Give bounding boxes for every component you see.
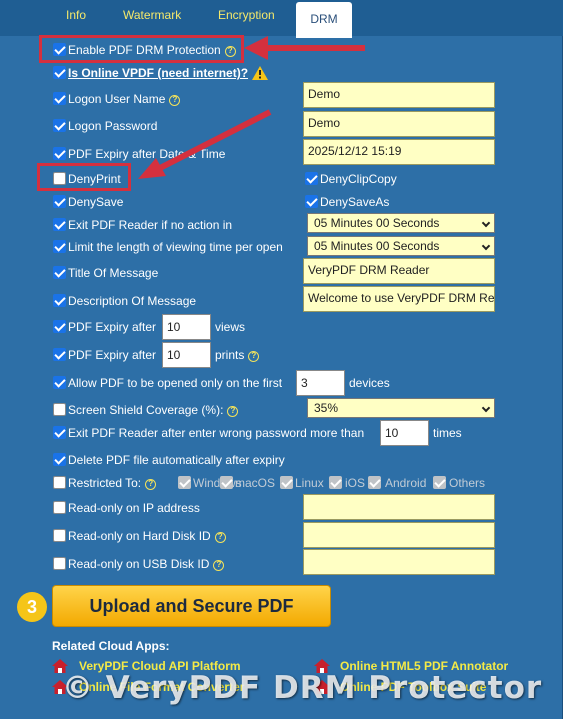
devices-label: devices — [349, 376, 390, 390]
os-android-checkbox[interactable] — [368, 476, 381, 489]
os-ios-label: iOS — [345, 476, 366, 490]
chevron-down-icon — [481, 218, 491, 228]
restricted-to-checkbox[interactable] — [53, 476, 66, 489]
description-message-checkbox[interactable] — [53, 294, 66, 307]
expiry-views-input[interactable]: 10 — [162, 314, 211, 340]
help-icon[interactable]: ? — [214, 532, 226, 543]
restricted-to-label: Restricted To:? — [68, 476, 157, 490]
wrong-password-input[interactable]: 10 — [380, 420, 429, 446]
os-macos-checkbox[interactable] — [220, 476, 233, 489]
warning-icon — [252, 66, 269, 80]
os-android-label: Android — [385, 476, 427, 490]
os-others-label: Others — [449, 476, 486, 490]
screen-shield-select[interactable]: 35% — [307, 398, 495, 418]
delete-after-expiry-label: Delete PDF file automatically after expi… — [68, 453, 285, 467]
highlight-box-deny-print — [37, 163, 131, 191]
description-message-input[interactable]: Welcome to use VeryPDF DRM Re — [303, 286, 495, 312]
times-label: times — [433, 426, 462, 440]
expiry-prints-input[interactable]: 10 — [162, 342, 211, 368]
deny-save-as-checkbox[interactable] — [305, 195, 318, 208]
logon-user-input[interactable]: Demo — [303, 82, 495, 108]
readonly-hdd-label: Read-only on Hard Disk ID? — [68, 529, 226, 543]
views-label: views — [215, 320, 246, 334]
readonly-hdd-checkbox[interactable] — [53, 529, 66, 542]
readonly-usb-label: Read-only on USB Disk ID? — [68, 557, 225, 571]
exit-no-action-checkbox[interactable] — [53, 218, 66, 231]
online-vpdf-checkbox[interactable] — [53, 66, 66, 79]
os-linux-checkbox[interactable] — [280, 476, 293, 489]
readonly-hdd-input[interactable] — [303, 522, 495, 548]
tab-encryption[interactable]: Encryption — [218, 8, 275, 22]
exit-no-action-label: Exit PDF Reader if no action in — [68, 218, 233, 232]
related-apps-title: Related Cloud Apps: — [52, 639, 170, 653]
step-number-badge: 3 — [17, 592, 47, 622]
tab-drm[interactable]: DRM — [296, 2, 352, 38]
readonly-ip-input[interactable] — [303, 494, 495, 520]
expiry-date-label: PDF Expiry after Date & Time — [68, 147, 226, 161]
readonly-usb-checkbox[interactable] — [53, 557, 66, 570]
logon-password-label: Logon Password — [68, 119, 158, 133]
readonly-ip-label: Read-only on IP address — [68, 501, 200, 515]
watermark-text: © VeryPDF DRM Protector — [62, 670, 543, 706]
help-icon[interactable]: ? — [145, 479, 157, 490]
help-icon[interactable]: ? — [227, 406, 239, 417]
title-message-checkbox[interactable] — [53, 266, 66, 279]
delete-after-expiry-checkbox[interactable] — [53, 453, 66, 466]
help-icon[interactable]: ? — [213, 560, 225, 571]
os-ios-checkbox[interactable] — [329, 476, 342, 489]
upload-secure-button[interactable]: Upload and Secure PDF — [52, 585, 331, 627]
tab-info[interactable]: Info — [66, 8, 86, 22]
chevron-down-icon — [481, 241, 491, 251]
screen-shield-checkbox[interactable] — [53, 403, 66, 416]
expiry-date-checkbox[interactable] — [53, 147, 66, 160]
tab-watermark[interactable]: Watermark — [123, 8, 181, 22]
deny-clip-copy-checkbox[interactable] — [305, 172, 318, 185]
exit-no-action-select[interactable]: 05 Minutes 00 Seconds — [307, 213, 495, 233]
chevron-down-icon — [481, 403, 491, 413]
readonly-usb-input[interactable] — [303, 549, 495, 575]
logon-password-checkbox[interactable] — [53, 119, 66, 132]
screen-shield-label: Screen Shield Coverage (%):? — [68, 403, 239, 417]
highlight-box-enable-drm — [39, 35, 244, 63]
prints-label: prints? — [215, 348, 260, 362]
limit-view-time-checkbox[interactable] — [53, 240, 66, 253]
expiry-prints-label: PDF Expiry after — [68, 348, 157, 362]
drm-panel: Info Watermark Encryption DRM Enable PDF… — [0, 0, 563, 719]
deny-clip-copy-label: DenyClipCopy — [320, 172, 397, 186]
title-message-input[interactable]: VeryPDF DRM Reader — [303, 258, 495, 284]
expiry-date-input[interactable]: 2025/12/12 15:19 — [303, 139, 495, 165]
os-macos-label: macOS — [235, 476, 276, 490]
allow-devices-checkbox[interactable] — [53, 376, 66, 389]
deny-save-label: DenySave — [68, 195, 124, 209]
limit-view-time-select[interactable]: 05 Minutes 00 Seconds — [307, 236, 495, 256]
limit-view-time-label: Limit the length of viewing time per ope… — [68, 240, 283, 254]
logon-password-input[interactable]: Demo — [303, 111, 495, 137]
allow-devices-input[interactable]: 3 — [296, 370, 345, 396]
help-icon[interactable]: ? — [169, 95, 181, 106]
readonly-ip-checkbox[interactable] — [53, 501, 66, 514]
os-others-checkbox[interactable] — [433, 476, 446, 489]
allow-devices-label: Allow PDF to be opened only on the first — [68, 376, 283, 390]
help-icon[interactable]: ? — [248, 351, 260, 362]
description-message-label: Description Of Message — [68, 294, 197, 308]
tab-bar: Info Watermark Encryption DRM — [0, 0, 563, 38]
expiry-views-checkbox[interactable] — [53, 320, 66, 333]
expiry-views-label: PDF Expiry after — [68, 320, 157, 334]
exit-wrong-password-label: Exit PDF Reader after enter wrong passwo… — [68, 426, 365, 440]
os-linux-label: Linux — [295, 476, 324, 490]
os-windows-checkbox[interactable] — [178, 476, 191, 489]
deny-save-as-label: DenySaveAs — [320, 195, 390, 209]
expiry-prints-checkbox[interactable] — [53, 348, 66, 361]
online-vpdf-label[interactable]: Is Online VPDF (need internet)? — [68, 66, 269, 80]
logon-user-label: Logon User Name? — [68, 92, 181, 106]
logon-user-checkbox[interactable] — [53, 92, 66, 105]
title-message-label: Title Of Message — [68, 266, 159, 280]
exit-wrong-password-checkbox[interactable] — [53, 426, 66, 439]
deny-save-checkbox[interactable] — [53, 195, 66, 208]
